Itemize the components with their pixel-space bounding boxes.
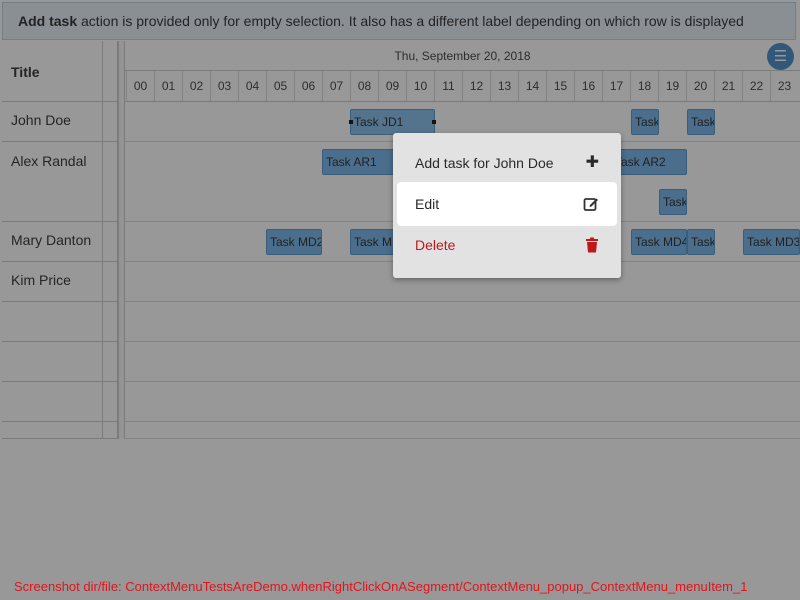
trash-icon (585, 223, 599, 267)
menu-item-edit[interactable]: Edit (397, 182, 617, 226)
menu-item-delete[interactable]: Delete (397, 223, 617, 267)
modal-overlay[interactable] (0, 0, 800, 600)
plus-icon: ✚ (585, 154, 599, 171)
menu-item-label: Edit (415, 196, 440, 212)
edit-icon (583, 182, 599, 226)
menu-item-label: Add task for John Doe (415, 155, 554, 171)
menu-item-label: Delete (415, 237, 456, 253)
menu-item-add-task[interactable]: Add task for John Doe ✚ (397, 141, 617, 185)
screenshot-note: Screenshot dir/file: ContextMenuTestsAre… (14, 579, 748, 594)
context-menu: Add task for John Doe ✚ Edit Delete (393, 133, 621, 278)
page: Add task action is provided only for emp… (0, 0, 800, 600)
